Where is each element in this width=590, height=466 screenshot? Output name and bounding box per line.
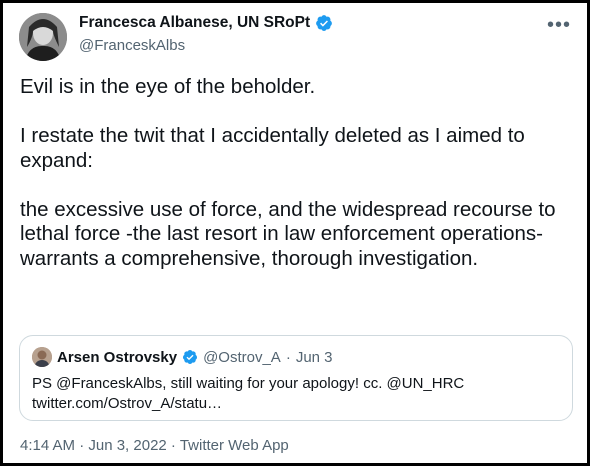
- author-display-name[interactable]: Francesca Albanese, UN SRoPt: [79, 14, 310, 32]
- verified-badge-icon: [316, 15, 333, 31]
- author-handle[interactable]: @FranceskAlbs: [79, 37, 185, 54]
- quoted-link[interactable]: twitter.com/Ostrov_A/statu…: [32, 394, 560, 414]
- tweet-card: Francesca Albanese, UN SRoPt @FranceskAl…: [0, 0, 590, 466]
- tweet-text: Evil is in the eye of the beholder. I re…: [20, 75, 580, 271]
- quoted-author-handle: @Ostrov_A: [203, 348, 281, 366]
- quoted-tweet[interactable]: Arsen Ostrovsky @Ostrov_A · Jun 3 PS @Fr…: [19, 335, 573, 421]
- quoted-separator: ·: [285, 348, 291, 366]
- quoted-author-avatar: [32, 347, 52, 367]
- quoted-author-name: Arsen Ostrovsky: [57, 348, 178, 366]
- quoted-tweet-text: PS @FranceskAlbs, still waiting for your…: [32, 374, 560, 414]
- more-options-icon[interactable]: •••: [547, 15, 571, 35]
- quoted-text-line: PS @FranceskAlbs, still waiting for your…: [32, 375, 465, 392]
- verified-badge-icon: [183, 350, 198, 364]
- tweet-timestamp[interactable]: 4:14 AM · Jun 3, 2022 · Twitter Web App: [20, 437, 289, 454]
- quoted-date: Jun 3: [295, 348, 333, 366]
- author-avatar[interactable]: [19, 13, 67, 61]
- quoted-tweet-header: Arsen Ostrovsky @Ostrov_A · Jun 3: [32, 347, 333, 367]
- tweet-paragraph: Evil is in the eye of the beholder.: [20, 75, 316, 98]
- tweet-paragraph: the excessive use of force, and the wide…: [20, 197, 556, 270]
- author-name-row: Francesca Albanese, UN SRoPt: [79, 14, 333, 32]
- tweet-paragraph: I restate the twit that I accidentally d…: [20, 124, 525, 172]
